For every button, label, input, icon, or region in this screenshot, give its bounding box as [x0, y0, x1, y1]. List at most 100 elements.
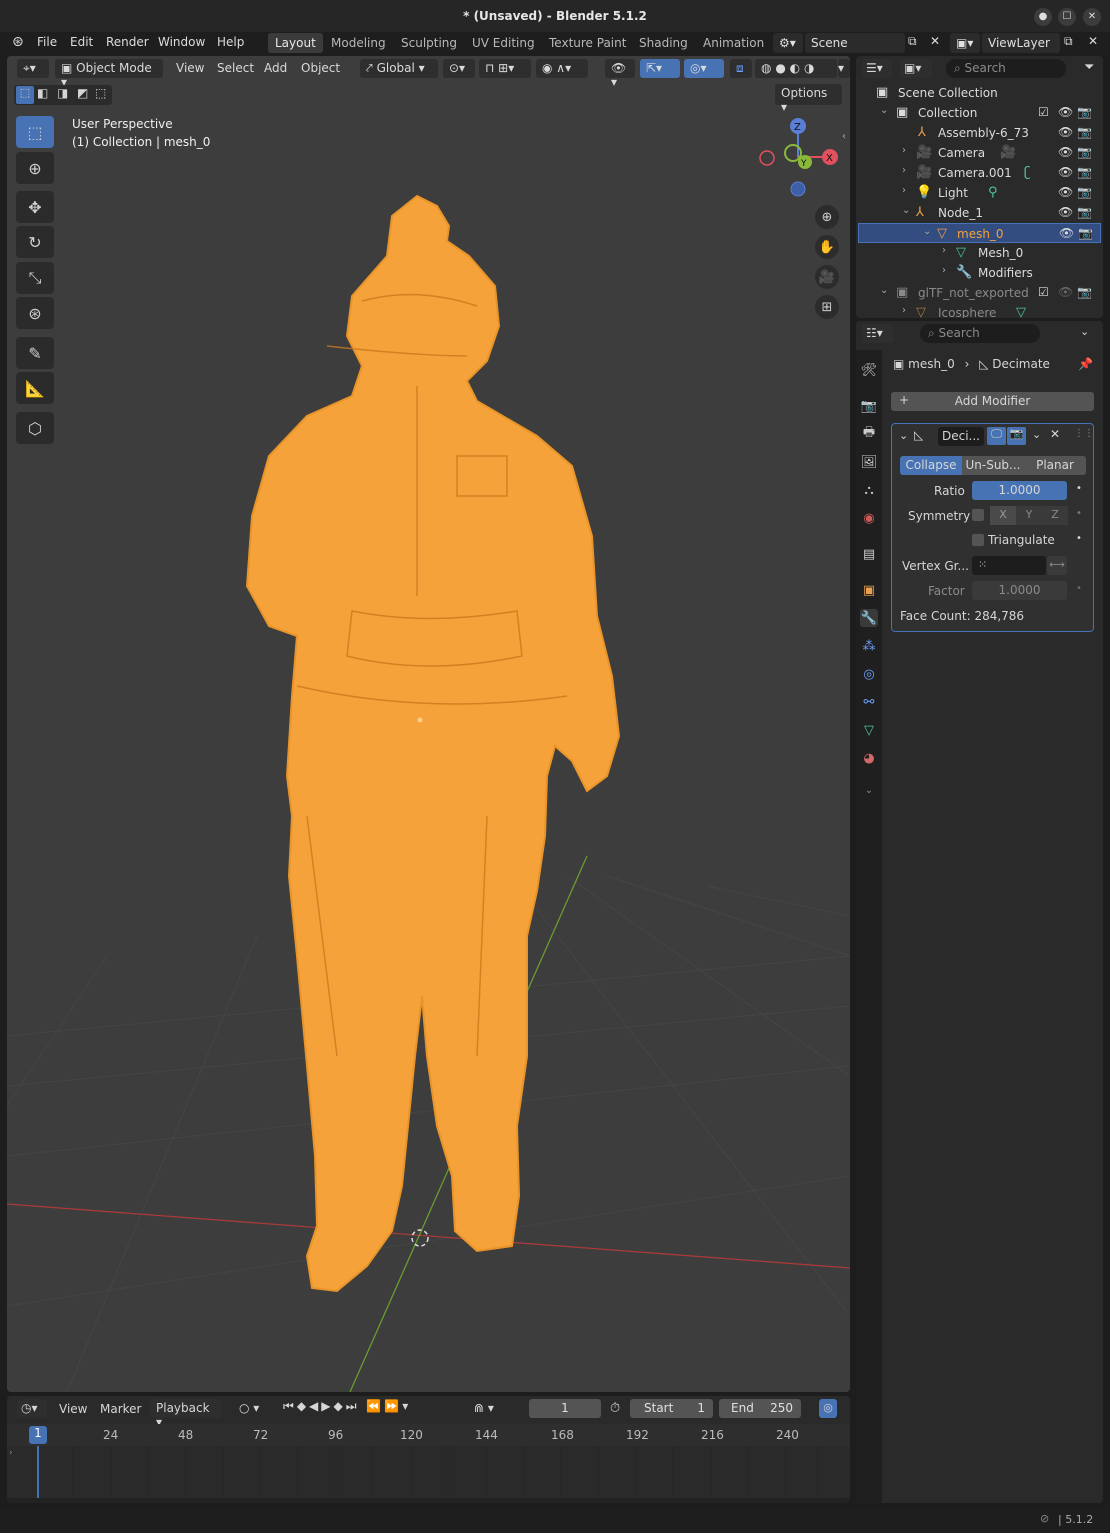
- material-tab-icon[interactable]: ◕: [860, 749, 878, 767]
- outliner-row-camera-001[interactable]: › 🎥 Camera.001 ʗ 👁 📷: [856, 163, 1103, 183]
- camera-render-icon[interactable]: 📷: [1077, 185, 1092, 199]
- shading-dropdown-icon[interactable]: ▾: [838, 59, 850, 78]
- delete-viewlayer-icon[interactable]: ✕: [1088, 34, 1098, 48]
- data-tab-icon[interactable]: ▽: [860, 721, 878, 739]
- channel-expand-icon[interactable]: ›: [9, 1448, 13, 1458]
- outliner-row-icosphere[interactable]: › ▽ Icosphere ▽: [856, 303, 1103, 318]
- zoom-icon[interactable]: ⊕: [815, 205, 839, 229]
- invert-arrows-icon[interactable]: ⟷: [1047, 556, 1067, 575]
- select-difference-icon[interactable]: ◩: [77, 86, 88, 100]
- tab-layout[interactable]: Layout: [268, 33, 323, 53]
- new-viewlayer-icon[interactable]: ⧉: [1064, 34, 1073, 49]
- viewport-menu-select[interactable]: Select: [217, 61, 254, 75]
- maximize-icon[interactable]: ☐: [1058, 8, 1076, 26]
- menu-window[interactable]: Window: [158, 35, 205, 49]
- prev-keyframe-icon[interactable]: ◆: [297, 1399, 309, 1413]
- pan-hand-icon[interactable]: ✋: [815, 235, 839, 259]
- world-tab-icon[interactable]: ◉: [860, 509, 878, 527]
- eye-icon[interactable]: 👁: [1058, 285, 1073, 299]
- chevron-right-icon[interactable]: ›: [902, 305, 906, 316]
- rotate-tool-icon[interactable]: ↻: [16, 226, 54, 258]
- minimize-icon[interactable]: ●: [1034, 8, 1052, 26]
- playback-dropdown[interactable]: Playback ▾: [150, 1399, 222, 1429]
- factor-field[interactable]: 1.0000: [972, 581, 1067, 600]
- chevron-down-icon[interactable]: ⌄: [923, 226, 931, 237]
- checkbox-icon[interactable]: ☑: [1038, 105, 1049, 119]
- select-intersect-icon[interactable]: ⬚: [95, 86, 106, 100]
- outliner-editor-type-icon[interactable]: ☰▾: [862, 59, 892, 78]
- tab-sculpting[interactable]: Sculpting: [394, 33, 464, 53]
- next-frame-icon[interactable]: ⏩: [384, 1399, 402, 1413]
- keying-set-icon[interactable]: ◎: [819, 1399, 837, 1418]
- scene-tab-icon[interactable]: ⛬: [860, 481, 878, 499]
- scene-selector-icon[interactable]: ⚙▾: [773, 33, 803, 53]
- timeline-ruler[interactable]: 1 24 48 72 96 120 144 168 192 216 240: [7, 1424, 850, 1446]
- tab-shading[interactable]: Shading: [632, 33, 695, 53]
- outliner-row-assembly[interactable]: ⅄ Assembly-6_73 👁 📷: [856, 123, 1103, 143]
- symmetry-checkbox[interactable]: [972, 509, 984, 521]
- jump-start-icon[interactable]: ⏮: [283, 1399, 297, 1413]
- camera-render-icon[interactable]: 📷: [1077, 145, 1092, 159]
- overlay-toggle-icon[interactable]: ◎▾: [684, 59, 724, 78]
- outliner-panel[interactable]: ☰▾ ▣▾ ⌕ Search ⏷ ▣ Scene Collection ⌄ ▣ …: [856, 56, 1103, 318]
- eye-icon[interactable]: 👁: [1058, 145, 1073, 159]
- unsubdivide-tab[interactable]: Un-Sub...: [962, 456, 1024, 475]
- add-cube-tool-icon[interactable]: ⬡: [16, 412, 54, 444]
- keyframe-dot-icon[interactable]: •: [1076, 583, 1082, 594]
- symmetry-axis-y[interactable]: Y: [1016, 506, 1042, 525]
- jump-end-icon[interactable]: ⏭: [346, 1399, 360, 1413]
- filter-icon[interactable]: ⏷: [1084, 60, 1094, 75]
- eye-icon[interactable]: 👁: [1058, 205, 1073, 219]
- annotate-tool-icon[interactable]: ✎: [16, 337, 54, 369]
- wireframe-shading-icon[interactable]: ◍: [761, 61, 771, 75]
- close-icon[interactable]: ✕: [1083, 8, 1101, 26]
- outliner-row-gltf-not-exported[interactable]: ⌄ ▣ glTF_not_exported ☑ 👁 📷: [856, 283, 1103, 303]
- transform-tool-icon[interactable]: ⊛: [16, 297, 54, 329]
- tab-modeling[interactable]: Modeling: [324, 33, 393, 53]
- ortho-grid-icon[interactable]: ⊞: [815, 295, 839, 319]
- select-new-icon[interactable]: ⬚: [16, 86, 34, 104]
- symmetry-axis-z[interactable]: Z: [1042, 506, 1068, 525]
- keyframe-dot-icon[interactable]: •: [1076, 483, 1082, 494]
- tab-uv-editing[interactable]: UV Editing: [465, 33, 542, 53]
- chevron-down-icon[interactable]: ⌄: [880, 105, 888, 116]
- select-extend-icon[interactable]: ◧: [37, 86, 48, 100]
- scale-tool-icon[interactable]: ⤡: [16, 262, 54, 294]
- eye-icon[interactable]: 👁: [1059, 226, 1074, 240]
- ratio-field[interactable]: 1.0000: [972, 481, 1067, 500]
- collapse-chevron-icon[interactable]: ⌄: [899, 429, 908, 442]
- display-mode-icon[interactable]: ▣▾: [900, 59, 932, 78]
- outliner-row-collection[interactable]: ⌄ ▣ Collection ☑ 👁 📷: [856, 103, 1103, 123]
- chevron-down-icon[interactable]: ⌄: [902, 205, 910, 216]
- select-box-tool-icon[interactable]: ⬚: [16, 116, 54, 148]
- chevron-right-icon[interactable]: ›: [902, 145, 906, 156]
- gizmo-toggle-icon[interactable]: ⇱▾: [640, 59, 680, 78]
- visibility-icon[interactable]: 👁▾: [605, 59, 635, 89]
- camera-render-icon[interactable]: 📷: [1078, 226, 1093, 240]
- playhead-frame-label[interactable]: 1: [29, 1426, 47, 1444]
- chevron-down-icon[interactable]: ⌄: [880, 285, 888, 296]
- options-dropdown[interactable]: Options ▾: [775, 84, 842, 114]
- properties-search-input[interactable]: ⌕ Search: [920, 324, 1040, 343]
- mode-selector[interactable]: ▣ Object Mode ▾: [55, 59, 163, 89]
- camera-render-icon[interactable]: 📷: [1077, 205, 1092, 219]
- symmetry-axis-x[interactable]: X: [990, 506, 1016, 525]
- select-mode-buttons[interactable]: ⬚ ◧ ◨ ◩ ⬚: [14, 85, 112, 105]
- properties-editor-type-icon[interactable]: ☷▾: [862, 324, 894, 343]
- tool-tab-icon[interactable]: 🛠: [860, 361, 878, 379]
- planar-tab[interactable]: Planar: [1024, 456, 1086, 475]
- collapse-tab[interactable]: Collapse: [900, 456, 962, 475]
- checkbox-icon[interactable]: ☑: [1038, 285, 1049, 299]
- outliner-row-camera[interactable]: › 🎥 Camera 🎥 👁 📷: [856, 143, 1103, 163]
- rendered-shading-icon[interactable]: ◑: [804, 61, 814, 75]
- object-tab-icon[interactable]: ▣: [860, 581, 878, 599]
- chevron-right-icon[interactable]: ›: [902, 165, 906, 176]
- play-icon[interactable]: ▶: [321, 1399, 333, 1413]
- xray-icon[interactable]: ⧈: [730, 59, 752, 78]
- viewlayer-selector-icon[interactable]: ▣▾: [950, 33, 980, 53]
- add-modifier-button[interactable]: + Add Modifier: [891, 392, 1094, 411]
- view-layer-tab-icon[interactable]: 🖼: [860, 453, 878, 471]
- eye-icon[interactable]: 👁: [1058, 105, 1073, 119]
- menu-render[interactable]: Render: [106, 35, 149, 49]
- snap-timeline-icon[interactable]: ⋒ ▾: [470, 1399, 508, 1418]
